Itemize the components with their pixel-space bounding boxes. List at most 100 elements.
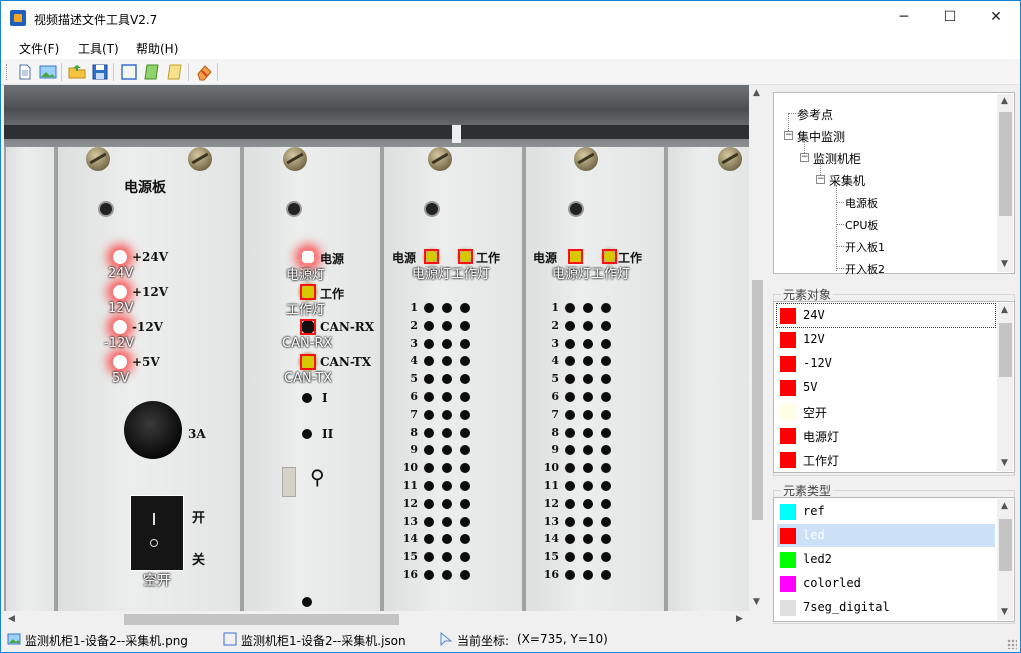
save-icon[interactable]: [90, 62, 110, 82]
open-image-icon[interactable]: [38, 62, 58, 82]
element-item[interactable]: 工作灯: [777, 448, 995, 471]
scroll-up-arrow-icon[interactable]: ▲: [753, 88, 760, 98]
toolbar: [1, 59, 1020, 85]
scroll-up-arrow-icon[interactable]: ▲: [1001, 96, 1008, 106]
element-item[interactable]: 5V: [777, 376, 995, 399]
tree-node-di-board-2[interactable]: 开入板2: [845, 261, 885, 277]
label-power-board: 电源板: [124, 180, 166, 196]
io-hole: [583, 570, 593, 580]
new-file-icon[interactable]: [15, 62, 35, 82]
io-hole: [460, 338, 470, 349]
io-hole: [424, 392, 434, 402]
tree-node-reference[interactable]: 参考点: [797, 106, 833, 123]
io-hole: [442, 338, 452, 349]
item-label: ref: [803, 504, 825, 518]
menu-help[interactable]: 帮助(H): [136, 40, 178, 57]
image-vertical-scrollbar[interactable]: ▲ ▼: [749, 85, 765, 611]
io-hole: [442, 570, 452, 580]
rectangle-tool-icon[interactable]: [119, 62, 139, 82]
scroll-right-arrow-icon[interactable]: ▶: [736, 614, 743, 624]
tree-node-power-board[interactable]: 电源板: [845, 195, 878, 211]
tree-node-collector[interactable]: 采集机: [829, 172, 865, 189]
screw-icon: [428, 147, 452, 171]
tree-node-cpu-board[interactable]: CPU板: [845, 217, 878, 233]
annotation-box-work-3: [458, 249, 473, 264]
type-item[interactable]: 7seg_digital: [777, 596, 995, 619]
type-item[interactable]: colorled: [777, 572, 995, 595]
fuse-holder: [124, 401, 182, 459]
annotation-24v: 24V: [108, 266, 134, 281]
image-horizontal-scrollbar[interactable]: ◀ ▶: [4, 611, 749, 627]
row-number: 5: [551, 372, 559, 386]
maximize-button[interactable]: ☐: [927, 1, 973, 34]
tree-collapse-icon[interactable]: −: [800, 153, 809, 162]
item-label: 工作灯: [803, 454, 840, 468]
toolbar-grip[interactable]: [6, 64, 9, 80]
io-hole: [601, 481, 611, 491]
item-label: 电源灯: [803, 430, 840, 444]
type-item[interactable]: ref: [777, 500, 995, 523]
minimize-button[interactable]: ─: [881, 1, 927, 34]
row-number: 6: [410, 390, 418, 403]
led-n12v: [113, 320, 127, 334]
element-item[interactable]: 电源灯: [777, 424, 995, 447]
type-item[interactable]: led2: [777, 548, 995, 571]
menu-file[interactable]: 文件(F): [19, 40, 59, 57]
resize-grip-icon[interactable]: [1007, 639, 1017, 649]
tree-scroll-thumb[interactable]: [999, 112, 1012, 216]
element-item[interactable]: 12V: [777, 328, 995, 351]
tree-scrollbar[interactable]: ▲ ▼: [997, 94, 1013, 272]
elements-scroll-thumb[interactable]: [999, 323, 1012, 377]
scroll-up-arrow-icon[interactable]: ▲: [1001, 305, 1008, 315]
io-hole: [460, 427, 470, 438]
row-number: 13: [543, 514, 559, 528]
row-number: 15: [543, 550, 559, 564]
row-number: 5: [410, 372, 418, 386]
scroll-left-arrow-icon[interactable]: ◀: [8, 614, 15, 624]
vertical-scroll-thumb[interactable]: [752, 280, 763, 520]
type-item[interactable]: led: [777, 524, 995, 547]
io-hole: [601, 338, 611, 349]
row-number: 1: [410, 301, 418, 314]
app-window: 视频描述文件工具V2.7 ─ ☐ ✕ 文件(F) 工具(T) 帮助(H) 电源板…: [0, 0, 1021, 653]
elements-scrollbar[interactable]: ▲ ▼: [997, 303, 1013, 471]
io-hole: [565, 516, 575, 527]
scroll-down-arrow-icon[interactable]: ▼: [1001, 458, 1008, 468]
image-view[interactable]: 电源板 +24V 24V +12V 12V -12V -12V +5V 5V 3…: [4, 85, 749, 611]
io-hole: [583, 392, 593, 402]
tree-node-di-board-1[interactable]: 开入板1: [845, 239, 885, 255]
element-item[interactable]: -12V: [777, 352, 995, 375]
annotation-n12v: -12V: [104, 336, 135, 351]
row-number: 2: [410, 318, 418, 332]
types-scroll-thumb[interactable]: [999, 519, 1012, 571]
close-button[interactable]: ✕: [973, 1, 1019, 34]
elements-list[interactable]: 24V 12V -12V 5V 空开 电源灯 工作灯 ▲ ▼: [773, 301, 1015, 473]
open-folder-icon[interactable]: [67, 62, 87, 82]
scroll-down-arrow-icon[interactable]: ▼: [753, 597, 760, 607]
scroll-down-arrow-icon[interactable]: ▼: [1001, 259, 1008, 269]
row-number: 16: [543, 568, 559, 581]
horizontal-scroll-thumb[interactable]: [124, 614, 399, 625]
menu-tools[interactable]: 工具(T): [78, 40, 119, 57]
tree-collapse-icon[interactable]: −: [784, 131, 793, 140]
types-scrollbar[interactable]: ▲ ▼: [997, 499, 1013, 620]
yellow-note-icon[interactable]: [165, 62, 185, 82]
color-swatch: [780, 332, 796, 348]
usb-icon: ⚲: [310, 465, 325, 489]
json-file-icon: [223, 632, 237, 646]
label-can-tx: CAN-TX: [320, 355, 372, 369]
element-item[interactable]: 空开: [777, 400, 995, 423]
toolbar-separator: [113, 63, 114, 81]
item-label: 5V: [803, 380, 818, 394]
tree-collapse-icon[interactable]: −: [816, 175, 825, 184]
row-number: 3: [551, 336, 559, 350]
screw-icon: [283, 147, 307, 171]
object-tree[interactable]: 参考点 − 集中监测 − 监测机柜 − 采集机 电源板 CPU板 开入板1 开入…: [773, 92, 1015, 277]
green-note-icon[interactable]: [142, 62, 162, 82]
scroll-up-arrow-icon[interactable]: ▲: [1001, 501, 1008, 511]
eraser-icon[interactable]: [194, 62, 214, 82]
rack-rail-bar: [4, 125, 749, 139]
scroll-down-arrow-icon[interactable]: ▼: [1001, 607, 1008, 617]
element-item[interactable]: 24V: [776, 303, 996, 328]
types-list[interactable]: ref led led2 colorled 7seg_digital ▲ ▼: [773, 497, 1015, 622]
